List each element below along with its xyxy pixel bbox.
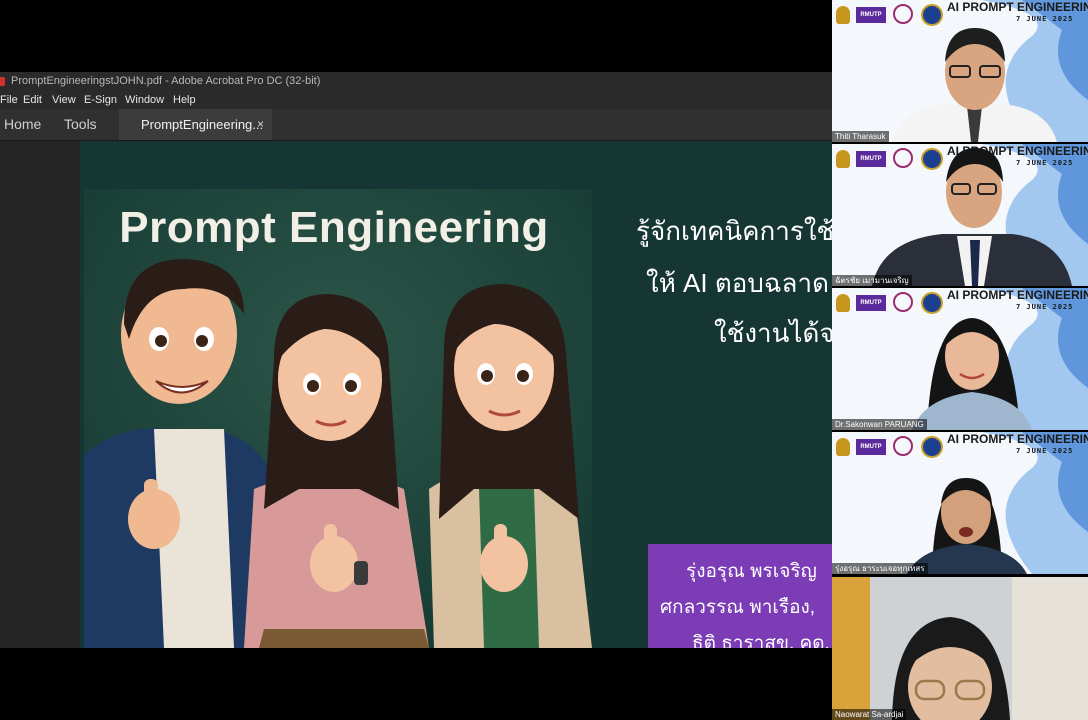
acrobat-window: PromptEngineeringstJOHN.pdf - Adobe Acro… — [0, 72, 832, 648]
author-3: ธิติ ธาราสุข, คด. — [692, 633, 830, 648]
participant-name: Dr.Sakonwan PARUANG — [832, 419, 927, 430]
author-2: ศกลวรรณ พาเรือง, — [660, 597, 816, 618]
menu-window[interactable]: Window — [125, 91, 164, 109]
participant-video — [872, 148, 1072, 286]
video-tile[interactable]: RMUTP AI PROMPT ENGINEERING 7 JUNE 2025 … — [832, 0, 1088, 142]
window-title: PromptEngineeringstJOHN.pdf - Adobe Acro… — [11, 75, 321, 87]
cartoon-people-image — [84, 189, 592, 648]
menu-esign[interactable]: E-Sign — [84, 91, 117, 109]
author-1: รุ่งอรุณ พรเจริญ — [686, 561, 817, 582]
participant-name: รุ่งอรุณ ธาระบเจอทุกเทสร — [832, 563, 928, 574]
video-tile[interactable]: RMUTP AI PROMPT ENGINEERING 7 JUNE 2025 … — [832, 144, 1088, 286]
video-tile[interactable]: RMUTP AI PROMPT ENGINEERING 7 JUNE 2025 … — [832, 288, 1088, 430]
tab-tools[interactable]: Tools — [64, 109, 97, 140]
slide-title: Prompt Engineering — [119, 203, 549, 252]
slide-illustration — [84, 189, 592, 648]
participant-name: Thiti Tharasuk — [832, 131, 889, 142]
menu-view[interactable]: View — [52, 91, 76, 109]
left-navigation-pane — [0, 141, 80, 648]
acrobat-app-icon — [0, 77, 5, 86]
close-tab-icon[interactable]: × — [257, 109, 264, 140]
slide-line-3: ใช้งานได้จ — [714, 318, 832, 348]
participant-video — [912, 318, 1032, 430]
video-gallery: RMUTP AI PROMPT ENGINEERING 7 JUNE 2025 … — [832, 0, 1088, 720]
tab-document[interactable]: PromptEngineering... × — [119, 109, 272, 140]
video-tile[interactable]: Naowarat Sa-ardjai — [832, 577, 1088, 720]
authors-box: รุ่งอรุณ พรเจริญ ศกลวรรณ พาเรือง, ธิติ ธ… — [648, 544, 832, 648]
participant-video — [832, 577, 1088, 720]
video-tile[interactable]: RMUTP AI PROMPT ENGINEERING 7 JUNE 2025 … — [832, 432, 1088, 574]
menu-help[interactable]: Help — [173, 91, 196, 109]
participant-video — [892, 28, 1057, 142]
participant-video — [907, 478, 1027, 574]
menu-bar: File Edit View E-Sign Window Help — [0, 91, 832, 109]
title-bar: PromptEngineeringstJOHN.pdf - Adobe Acro… — [0, 72, 832, 91]
pdf-slide: Prompt Engineering รู้จักเทคนิคการใช้ ให… — [80, 141, 832, 648]
participant-name: Naowarat Sa-ardjai — [832, 709, 907, 720]
tab-home[interactable]: Home — [4, 109, 41, 140]
menu-file[interactable]: File — [0, 91, 18, 109]
slide-line-1: รู้จักเทคนิคการใช้ — [636, 216, 832, 246]
participant-name: ฉัตรชัย เมามานเจริญ — [832, 275, 912, 286]
menu-edit[interactable]: Edit — [23, 91, 42, 109]
tab-document-label: PromptEngineering... — [141, 117, 264, 132]
tab-bar: Home Tools PromptEngineering... × — [0, 109, 832, 141]
slide-line-2: ให้ AI ตอบฉลาด — [646, 268, 829, 298]
